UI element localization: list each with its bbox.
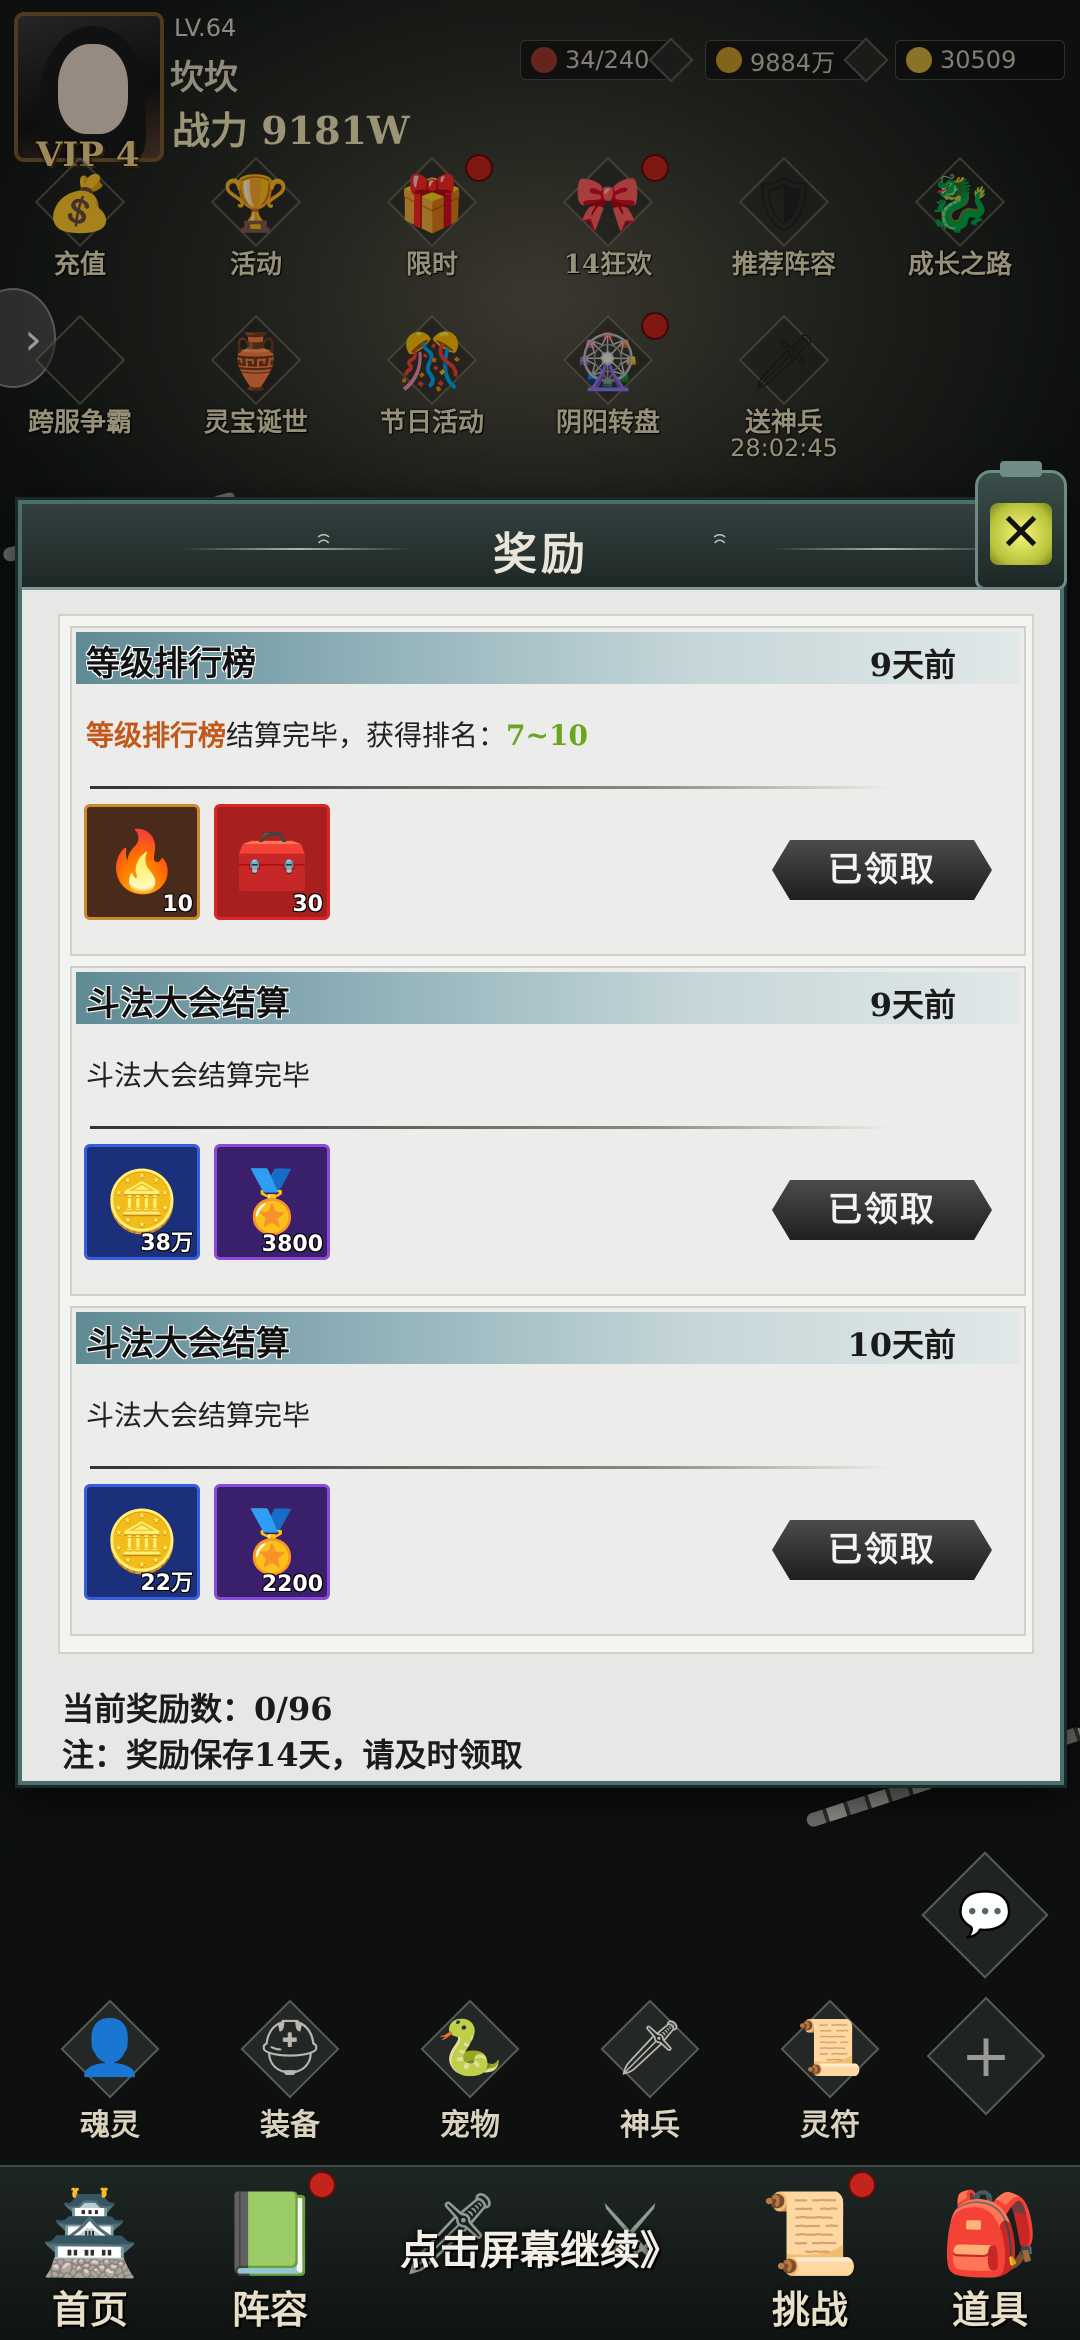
soul-icon: 👤	[76, 2016, 144, 2079]
reward-time: 9天前	[869, 986, 956, 1024]
nav-item-soul[interactable]: 👤 魂灵	[30, 1999, 190, 2150]
divine-weapon-icon: 🗡	[615, 2016, 685, 2079]
reward-card: 斗法大会结算 10天前斗法大会结算完毕 🪙 22万 🏅 2200 已领取	[70, 1306, 1026, 1636]
reward-card-header: 等级排行榜 9天前	[76, 632, 1020, 684]
reward-title: 斗法大会结算	[86, 1324, 290, 1364]
reward-list[interactable]: 等级排行榜 9天前 等级排行榜结算完毕，获得排名：7~10 🔥 10 🧰 30 已领取 斗法大会…	[58, 614, 1034, 1654]
main-nav-label: 首页	[51, 2287, 128, 2332]
nav-label: 宠物	[440, 2108, 500, 2143]
nav-label: 装备	[260, 2108, 320, 2143]
reward-card-header: 斗法大会结算 9天前	[76, 972, 1020, 1024]
title-ornament-right	[772, 548, 1002, 550]
nav-label: 神兵	[620, 2108, 680, 2143]
lantern-cap	[1000, 461, 1042, 477]
tap-to-continue[interactable]: 点击屏幕继续》	[0, 2218, 1080, 2276]
reward-description: 斗法大会结算完毕	[86, 1059, 311, 1092]
claimed-button[interactable]: 已领取	[772, 1520, 992, 1580]
item-quantity: 30	[292, 892, 323, 917]
pet-icon: 🐍	[436, 2016, 504, 2079]
reward-time: 10天前	[847, 1326, 956, 1364]
dialog-header: ꩰ 奖励 ꩰ	[22, 504, 1060, 590]
nav-label: 灵符	[800, 2108, 860, 2143]
reward-card: 等级排行榜 9天前 等级排行榜结算完毕，获得排名：7~10 🔥 10 🧰 30 已领取	[70, 626, 1026, 956]
main-nav-label: 阵容	[231, 2287, 308, 2332]
description-text: 结算完毕，获得排名：	[226, 719, 507, 752]
reward-count: 当前奖励数：0/96	[62, 1690, 333, 1728]
item-quantity: 22万	[140, 1571, 193, 1596]
reward-item[interactable]: 🏅 2200	[214, 1484, 330, 1600]
close-icon: ✕	[990, 503, 1052, 565]
item-quantity: 10	[162, 892, 193, 917]
item-quantity: 3800	[261, 1232, 323, 1257]
reward-title: 等级排行榜	[86, 644, 256, 684]
chat-icon: 💬	[957, 1889, 1013, 1940]
claimed-button[interactable]: 已领取	[772, 840, 992, 900]
reward-item[interactable]: 🪙 38万	[84, 1144, 200, 1260]
item-quantity: 2200	[261, 1572, 323, 1597]
close-button[interactable]: ✕	[975, 461, 1067, 590]
reward-title: 斗法大会结算	[86, 984, 290, 1024]
divider	[90, 786, 890, 789]
claimed-button[interactable]: 已领取	[772, 1180, 992, 1240]
divider	[90, 1466, 890, 1469]
main-nav-label: 挑战	[771, 2287, 848, 2332]
reward-time: 9天前	[869, 646, 956, 684]
reward-item[interactable]: 🔥 10	[84, 804, 200, 920]
nav-item-talisman[interactable]: 📜 灵符	[750, 1999, 910, 2150]
ranking-name: 等级排行榜	[86, 719, 227, 752]
item-quantity: 38万	[140, 1231, 193, 1256]
reward-description: 等级排行榜结算完毕，获得排名：7~10	[86, 714, 588, 754]
main-nav-label: 道具	[951, 2287, 1028, 2332]
reward-card-header: 斗法大会结算 10天前	[76, 1312, 1020, 1364]
nav-item-divine-weapon[interactable]: 🗡 神兵	[570, 1999, 730, 2150]
reward-item[interactable]: 🏅 3800	[214, 1144, 330, 1260]
reward-note: 注：奖励保存14天，请及时领取	[62, 1736, 523, 1774]
nav-label: 魂灵	[80, 2108, 140, 2143]
nav-item-pet[interactable]: 🐍 宠物	[390, 1999, 550, 2150]
reward-card: 斗法大会结算 9天前斗法大会结算完毕 🪙 38万 🏅 3800 已领取	[70, 966, 1026, 1296]
reward-item[interactable]: 🧰 30	[214, 804, 330, 920]
rank-range: 7~10	[506, 719, 588, 752]
notification-dot	[848, 2171, 876, 2199]
feature-nav: 👤 魂灵 ⛑ 装备 🐍 宠物 🗡 神兵 📜 灵符	[0, 1999, 1080, 2150]
reward-dialog: ꩰ 奖励 ꩰ 等级排行榜9天前等级排行榜结算完毕，获得排名：7~10🔥10🧰30…	[18, 500, 1064, 1785]
notification-dot	[308, 2171, 336, 2199]
reward-item[interactable]: 🪙 22万	[84, 1484, 200, 1600]
talisman-icon: 📜	[796, 2016, 864, 2079]
nav-item-equipment[interactable]: ⛑ 装备	[210, 1999, 370, 2150]
divider	[90, 1126, 890, 1129]
equipment-icon: ⛑	[255, 2016, 325, 2079]
dialog-title: 奖励	[493, 529, 589, 580]
reward-description: 斗法大会结算完毕	[86, 1399, 311, 1432]
